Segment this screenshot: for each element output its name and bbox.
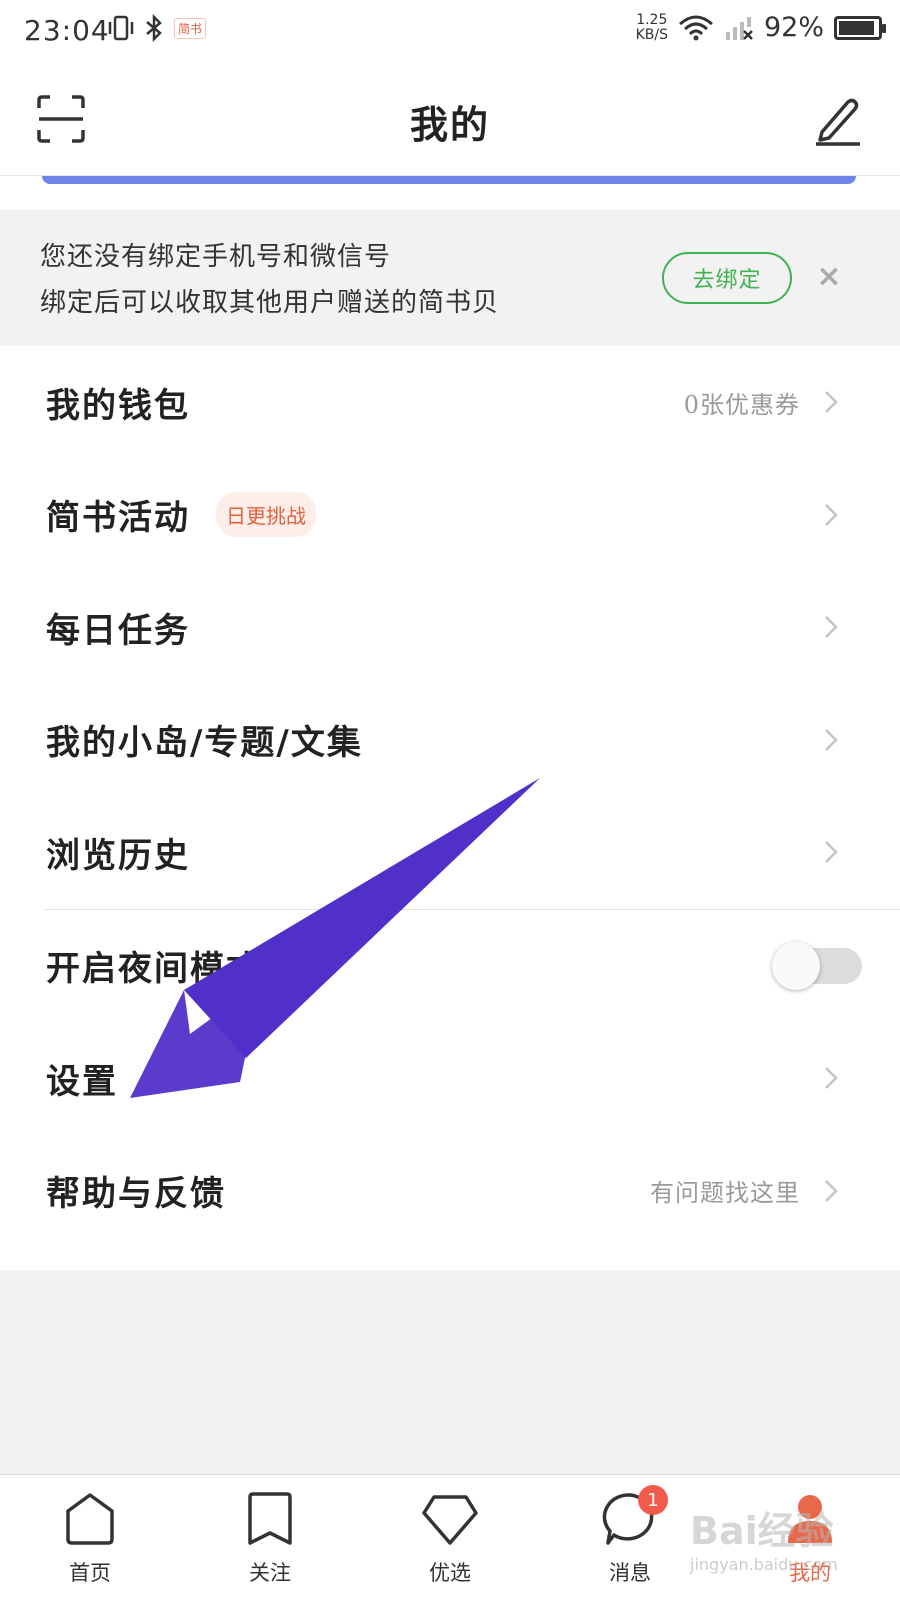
menu-item-help[interactable]: 帮助与反馈 有问题找这里 [0,1135,900,1248]
status-time: 23:04 [24,14,110,47]
empty-gray-area [0,1270,900,1474]
battery-level-fill [839,20,874,35]
chevron-right-icon [825,728,838,751]
menu-item-activity[interactable]: 简书活动 日更挑战 [0,459,900,572]
page-title: 我的 [409,102,490,147]
nav-featured[interactable]: 优选 [360,1475,540,1600]
menu-item-label: 简书活动 [46,498,190,539]
bluetooth-icon [146,14,162,42]
battery-icon [834,15,886,40]
vibrate-icon [108,15,134,41]
unread-badge: 1 [638,1485,668,1515]
nav-label: 优选 [429,1561,471,1585]
nav-follow[interactable]: 关注 [180,1475,360,1600]
menu-item-islands[interactable]: 我的小岛/专题/文集 [0,684,900,797]
chevron-right-icon [825,616,838,639]
nav-label: 消息 [609,1561,651,1585]
menu-item-label: 我的钱包 [46,385,190,426]
menu-item-label: 浏览历史 [46,835,190,876]
chevron-right-icon [825,1067,838,1090]
menu-item-settings[interactable]: 设置 [0,1022,900,1135]
menu-item-label: 每日任务 [46,610,190,651]
diamond-icon [422,1495,478,1545]
signal-icon [725,16,753,40]
menu-item-label: 开启夜间模式 [46,949,262,990]
status-bar: 23:04 简书 1.25 KB/S 92% [0,0,900,64]
activity-tag: 日更挑战 [216,492,316,538]
network-speed: 1.25 KB/S [635,11,668,43]
menu-item-history[interactable]: 浏览历史 [0,796,900,909]
baidu-watermark: Bai经验 [690,1509,834,1553]
status-left-icons: 简书 [108,14,207,42]
menu-item-daily-tasks[interactable]: 每日任务 [0,571,900,684]
profile-menu: 我的钱包 0张优惠券 简书活动 日更挑战 每日任务 我的小岛/专题/文集 浏览历… [0,346,900,1247]
chevron-right-icon [825,1179,838,1202]
bind-banner-title: 您还没有绑定手机号和微信号 [40,242,392,272]
wifi-icon [678,15,713,40]
menu-item-label: 设置 [46,1061,118,1102]
profile-card-edge [42,176,856,184]
menu-item-label: 我的小岛/专题/文集 [46,723,363,764]
chevron-right-icon [825,841,838,864]
nav-label: 首页 [69,1561,111,1585]
chevron-right-icon [825,503,838,526]
menu-item-wallet[interactable]: 我的钱包 0张优惠券 [0,346,900,459]
menu-item-label: 帮助与反馈 [46,1174,226,1215]
chevron-right-icon [825,391,838,414]
status-right-icons: 1.25 KB/S 92% [635,11,886,43]
bind-banner-subtitle: 绑定后可以收取其他用户赠送的简书贝 [40,288,500,318]
top-header: 我的 [0,64,900,176]
nav-home[interactable]: 首页 [0,1475,180,1600]
nav-label: 关注 [249,1561,291,1585]
coupon-count: 0张优惠券 [683,390,800,419]
home-icon [66,1493,114,1545]
close-icon[interactable]: × [812,260,846,294]
app-notification-icon: 简书 [174,17,207,39]
menu-item-night-mode: 开启夜间模式 [0,910,900,1023]
bind-account-banner: 您还没有绑定手机号和微信号 绑定后可以收取其他用户赠送的简书贝 去绑定 × [0,210,900,346]
edit-pencil-icon[interactable] [812,94,864,146]
night-mode-toggle[interactable] [772,941,862,990]
help-hint: 有问题找这里 [650,1179,800,1208]
baidu-watermark-url: jingyan.baidu.com [690,1555,838,1574]
battery-percent: 92% [763,12,824,43]
bookmark-icon [248,1492,292,1545]
toggle-knob [772,941,820,990]
bind-account-button[interactable]: 去绑定 [662,252,792,304]
